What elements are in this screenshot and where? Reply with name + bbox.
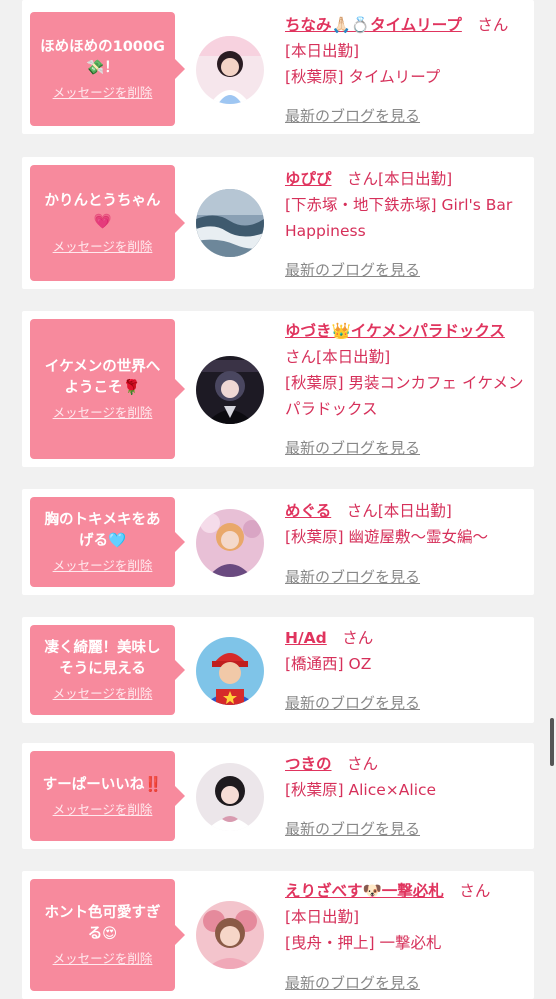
honorific: さん — [342, 629, 374, 647]
shop-info: [秋葉原] Alice×Alice — [285, 781, 437, 799]
shop-info: [橋通西] OZ — [285, 655, 372, 673]
sender-name-link[interactable]: ゆぴぴ — [285, 170, 332, 188]
scrollbar[interactable] — [550, 718, 554, 766]
avatar-photo-icon — [196, 36, 264, 104]
message-card: 胸のトキメキをあげる🩵 メッセージを削除 めぐる さん[本日出勤] [秋葉原] … — [22, 489, 534, 595]
message-text: かりんとうちゃん💗 — [44, 193, 161, 230]
shop-info: [秋葉原] 幽遊屋敷〜霊女編〜 — [285, 528, 489, 546]
sender-info: ゆづき👑イケメンパラドックス さん[本日出勤] [秋葉原] 男装コンカフェ イケ… — [285, 318, 525, 422]
message-card: すーぱーいいね‼️ メッセージを削除 つきの さん [秋葉原] Alice×Al… — [22, 743, 534, 849]
honorific: さん — [285, 348, 317, 366]
delete-message-link[interactable]: メッセージを削除 — [53, 558, 153, 574]
avatar[interactable] — [196, 36, 264, 104]
latest-blog-link[interactable]: 最新のブログを見る — [285, 566, 420, 587]
shop-info: [秋葉原] タイムリープ — [285, 68, 441, 86]
message-bubble: 凄く綺麗！美味しそうに見える メッセージを削除 — [30, 625, 185, 715]
avatar-photo-icon — [196, 356, 264, 424]
avatar[interactable] — [196, 637, 264, 705]
latest-blog-link[interactable]: 最新のブログを見る — [285, 105, 420, 126]
avatar-photo-icon — [196, 901, 264, 969]
message-card: 凄く綺麗！美味しそうに見える メッセージを削除 H/Ad さん [橋通西] OZ… — [22, 617, 534, 723]
message-card: ほめほめの1000G💸！ メッセージを削除 ちなみ🙏🏻💍タイムリープ さん [本日… — [22, 0, 534, 134]
avatar-photo-icon — [196, 509, 264, 577]
message-card: イケメンの世界へようこそ🌹 メッセージを削除 ゆづき👑イケメンパラドックス さん… — [22, 311, 534, 467]
message-bubble: 胸のトキメキをあげる🩵 メッセージを削除 — [30, 497, 185, 587]
shop-info: [曳舟・押上] 一撃必札 — [285, 934, 442, 952]
attendance-status: [本日出勤] — [378, 170, 453, 188]
avatar[interactable] — [196, 189, 264, 257]
message-bubble: ほめほめの1000G💸！ メッセージを削除 — [30, 12, 185, 126]
sender-info: めぐる さん[本日出勤] [秋葉原] 幽遊屋敷〜霊女編〜 — [285, 498, 525, 550]
honorific: さん — [347, 755, 379, 773]
sender-name-link[interactable]: ゆづき👑イケメンパラドックス — [285, 322, 505, 340]
honorific: さん — [459, 882, 491, 900]
avatar[interactable] — [196, 356, 264, 424]
avatar-photo-icon — [196, 189, 264, 257]
message-card: かりんとうちゃん💗 メッセージを削除 ゆぴぴ さん[本日出勤] [下赤塚・地下鉄… — [22, 157, 534, 289]
message-card: ホント色可愛すぎる😍 メッセージを削除 えりざべす🐶一撃必札 さん [本日出勤]… — [22, 871, 534, 999]
sender-info: えりざべす🐶一撃必札 さん [本日出勤] [曳舟・押上] 一撃必札 — [285, 878, 525, 956]
delete-message-link[interactable]: メッセージを削除 — [53, 405, 153, 421]
sender-info: ちなみ🙏🏻💍タイムリープ さん [本日出勤] [秋葉原] タイムリープ — [285, 12, 525, 90]
avatar-photo-icon — [196, 763, 264, 831]
message-bubble: すーぱーいいね‼️ メッセージを削除 — [30, 751, 185, 841]
sender-name-link[interactable]: H/Ad — [285, 629, 327, 647]
delete-message-link[interactable]: メッセージを削除 — [53, 802, 153, 818]
message-text: 凄く綺麗！美味しそうに見える — [44, 640, 161, 677]
message-bubble: イケメンの世界へようこそ🌹 メッセージを削除 — [30, 319, 185, 459]
sender-name-link[interactable]: ちなみ🙏🏻💍タイムリープ — [285, 16, 462, 34]
latest-blog-link[interactable]: 最新のブログを見る — [285, 818, 420, 839]
sender-name-link[interactable]: つきの — [285, 755, 332, 773]
message-text: イケメンの世界へようこそ🌹 — [44, 359, 161, 396]
message-bubble: かりんとうちゃん💗 メッセージを削除 — [30, 165, 185, 281]
honorific: さん — [477, 16, 509, 34]
latest-blog-link[interactable]: 最新のブログを見る — [285, 692, 420, 713]
message-text: ホント色可愛すぎる😍 — [44, 905, 161, 942]
attendance-status: [本日出勤] — [377, 502, 452, 520]
delete-message-link[interactable]: メッセージを削除 — [53, 951, 153, 967]
sender-info: つきの さん [秋葉原] Alice×Alice — [285, 751, 525, 803]
sender-info: H/Ad さん [橋通西] OZ — [285, 625, 525, 677]
honorific: さん — [346, 502, 378, 520]
sender-name-link[interactable]: えりざべす🐶一撃必札 — [285, 882, 444, 900]
attendance-status: [本日出勤] — [316, 348, 391, 366]
avatar[interactable] — [196, 509, 264, 577]
avatar[interactable] — [196, 763, 264, 831]
delete-message-link[interactable]: メッセージを削除 — [53, 85, 153, 101]
shop-info: [下赤塚・地下鉄赤塚] Girl's Bar Happiness — [285, 196, 513, 240]
message-text: ほめほめの1000G💸！ — [40, 39, 165, 76]
sender-info: ゆぴぴ さん[本日出勤] [下赤塚・地下鉄赤塚] Girl's Bar Happ… — [285, 166, 525, 244]
sender-name-link[interactable]: めぐる — [285, 502, 331, 520]
latest-blog-link[interactable]: 最新のブログを見る — [285, 437, 420, 458]
shop-info: [秋葉原] 男装コンカフェ イケメンパラドックス — [285, 374, 524, 418]
message-text: 胸のトキメキをあげる🩵 — [44, 512, 161, 549]
honorific: さん — [347, 170, 379, 188]
delete-message-link[interactable]: メッセージを削除 — [53, 686, 153, 702]
attendance-status: [本日出勤] — [285, 42, 360, 60]
message-bubble: ホント色可愛すぎる😍 メッセージを削除 — [30, 879, 185, 991]
attendance-status: [本日出勤] — [285, 908, 360, 926]
latest-blog-link[interactable]: 最新のブログを見る — [285, 259, 420, 280]
delete-message-link[interactable]: メッセージを削除 — [53, 239, 153, 255]
latest-blog-link[interactable]: 最新のブログを見る — [285, 972, 420, 993]
message-text: すーぱーいいね‼️ — [42, 776, 163, 793]
avatar[interactable] — [196, 901, 264, 969]
avatar-photo-icon — [196, 637, 264, 705]
